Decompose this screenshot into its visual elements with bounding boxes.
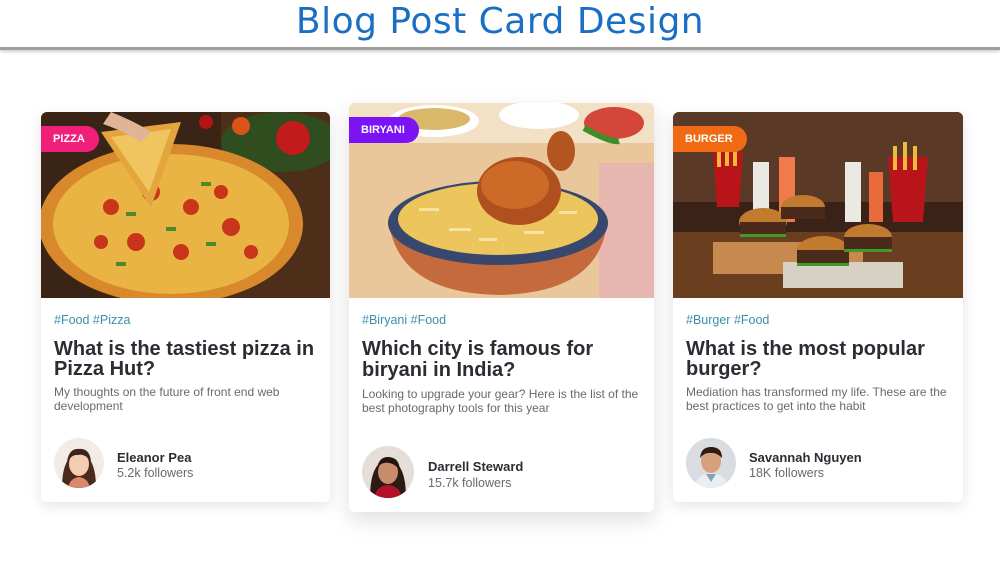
page-header: Blog Post Card Design: [0, 0, 1000, 50]
author-followers: 18K followers: [749, 466, 825, 480]
card-title[interactable]: What is the tastiest pizza in Pizza Hut?: [54, 339, 317, 379]
author-name[interactable]: Savannah Nguyen: [749, 450, 862, 465]
author-followers: 5.2k followers: [117, 466, 194, 480]
category-tag[interactable]: Burger: [673, 126, 747, 152]
card-excerpt: Mediation has transformed my life. These…: [686, 385, 947, 413]
card-body: #Food #Pizza What is the tastiest pizza …: [54, 311, 317, 413]
page-title: Blog Post Card Design: [295, 1, 705, 42]
avatar: [362, 446, 414, 498]
hashtags[interactable]: #Burger #Food: [686, 311, 950, 329]
card-excerpt: Looking to upgrade your gear? Here is th…: [362, 387, 639, 415]
card-excerpt: My thoughts on the future of front end w…: [54, 385, 280, 413]
author-name[interactable]: Darrell Steward: [428, 459, 523, 474]
hashtags[interactable]: #Biryani #Food: [362, 311, 641, 329]
card-title[interactable]: What is the most popular burger?: [686, 339, 950, 379]
card-body: #Biryani #Food Which city is famous for …: [362, 311, 641, 415]
card-title[interactable]: Which city is famous for biryani in Indi…: [362, 339, 641, 381]
category-tag[interactable]: Pizza: [41, 126, 99, 152]
blog-card-biryani[interactable]: Biryani #Biryani #Food Which city is fam…: [349, 103, 654, 512]
blog-card-pizza[interactable]: Pizza #Food #Pizza What is the tastiest …: [41, 112, 330, 502]
avatar: [54, 438, 104, 488]
author-followers: 15.7k followers: [428, 476, 512, 490]
category-tag[interactable]: Biryani: [349, 117, 419, 143]
avatar: [686, 438, 736, 488]
author-name[interactable]: Eleanor Pea: [117, 450, 191, 465]
hashtags[interactable]: #Food #Pizza: [54, 311, 317, 329]
blog-card-burger[interactable]: Burger #Burger #Food What is the most po…: [673, 112, 963, 502]
card-body: #Burger #Food What is the most popular b…: [686, 311, 950, 413]
